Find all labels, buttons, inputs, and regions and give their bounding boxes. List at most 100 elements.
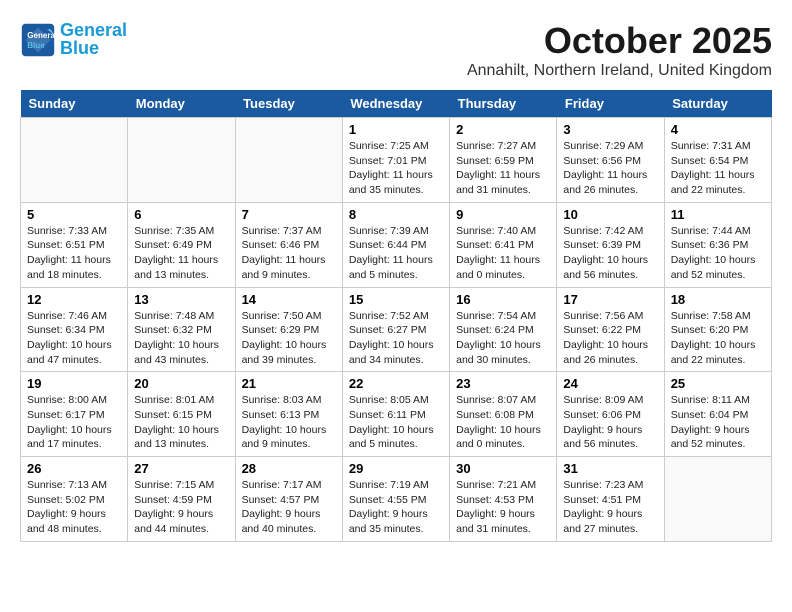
calendar-cell: 14 Sunrise: 7:50 AM Sunset: 6:29 PM Dayli… bbox=[235, 287, 342, 372]
cell-daylight-info: Sunrise: 8:00 AM Sunset: 6:17 PM Dayligh… bbox=[27, 393, 121, 452]
logo: General Blue General Blue bbox=[20, 20, 127, 59]
calendar-cell: 13 Sunrise: 7:48 AM Sunset: 6:32 PM Dayli… bbox=[128, 287, 235, 372]
date-number: 18 bbox=[671, 292, 765, 307]
cell-daylight-info: Sunrise: 7:35 AM Sunset: 6:49 PM Dayligh… bbox=[134, 224, 228, 283]
date-number: 9 bbox=[456, 207, 550, 222]
calendar-cell: 6Sunrise: 7:35 AM Sunset: 6:49 PM Daylig… bbox=[128, 202, 235, 287]
date-number: 30 bbox=[456, 461, 550, 476]
day-header-wednesday: Wednesday bbox=[342, 90, 449, 118]
cell-daylight-info: Sunrise: 7:40 AM Sunset: 6:41 PM Dayligh… bbox=[456, 224, 550, 283]
calendar-cell: 22 Sunrise: 8:05 AM Sunset: 6:11 PM Dayli… bbox=[342, 372, 449, 457]
date-number: 28 bbox=[242, 461, 336, 476]
date-number: 16 bbox=[456, 292, 550, 307]
week-row-1: 1 Sunrise: 7:25 AM Sunset: 7:01 PM Daylig… bbox=[21, 118, 772, 203]
cell-daylight-info: Sunrise: 7:27 AM Sunset: 6:59 PM Dayligh… bbox=[456, 139, 550, 198]
calendar-title: October 2025 bbox=[467, 20, 772, 62]
cell-daylight-info: Sunrise: 7:13 AM Sunset: 5:02 PM Dayligh… bbox=[27, 478, 121, 537]
date-number: 31 bbox=[563, 461, 657, 476]
date-number: 15 bbox=[349, 292, 443, 307]
cell-daylight-info: Sunrise: 7:21 AM Sunset: 4:53 PM Dayligh… bbox=[456, 478, 550, 537]
day-header-tuesday: Tuesday bbox=[235, 90, 342, 118]
date-number: 5 bbox=[27, 207, 121, 222]
week-row-5: 26 Sunrise: 7:13 AM Sunset: 5:02 PM Dayli… bbox=[21, 457, 772, 542]
cell-daylight-info: Sunrise: 8:01 AM Sunset: 6:15 PM Dayligh… bbox=[134, 393, 228, 452]
calendar-cell: 20 Sunrise: 8:01 AM Sunset: 6:15 PM Dayli… bbox=[128, 372, 235, 457]
week-row-4: 19 Sunrise: 8:00 AM Sunset: 6:17 PM Dayli… bbox=[21, 372, 772, 457]
date-number: 29 bbox=[349, 461, 443, 476]
cell-daylight-info: Sunrise: 7:54 AM Sunset: 6:24 PM Dayligh… bbox=[456, 309, 550, 368]
calendar-cell bbox=[128, 118, 235, 203]
date-number: 20 bbox=[134, 376, 228, 391]
date-number: 27 bbox=[134, 461, 228, 476]
cell-daylight-info: Sunrise: 7:17 AM Sunset: 4:57 PM Dayligh… bbox=[242, 478, 336, 537]
calendar-cell: 24 Sunrise: 8:09 AM Sunset: 6:06 PM Dayli… bbox=[557, 372, 664, 457]
cell-daylight-info: Sunrise: 7:25 AM Sunset: 7:01 PM Dayligh… bbox=[349, 139, 443, 198]
calendar-cell: 31Sunrise: 7:23 AM Sunset: 4:51 PM Dayli… bbox=[557, 457, 664, 542]
calendar-cell: 1 Sunrise: 7:25 AM Sunset: 7:01 PM Daylig… bbox=[342, 118, 449, 203]
logo-name: General Blue bbox=[60, 20, 127, 59]
date-number: 11 bbox=[671, 207, 765, 222]
calendar-cell: 28 Sunrise: 7:17 AM Sunset: 4:57 PM Dayli… bbox=[235, 457, 342, 542]
day-header-monday: Monday bbox=[128, 90, 235, 118]
cell-daylight-info: Sunrise: 8:03 AM Sunset: 6:13 PM Dayligh… bbox=[242, 393, 336, 452]
calendar-cell: 2 Sunrise: 7:27 AM Sunset: 6:59 PM Daylig… bbox=[450, 118, 557, 203]
date-number: 19 bbox=[27, 376, 121, 391]
cell-daylight-info: Sunrise: 7:19 AM Sunset: 4:55 PM Dayligh… bbox=[349, 478, 443, 537]
cell-daylight-info: Sunrise: 8:09 AM Sunset: 6:06 PM Dayligh… bbox=[563, 393, 657, 452]
cell-daylight-info: Sunrise: 7:50 AM Sunset: 6:29 PM Dayligh… bbox=[242, 309, 336, 368]
calendar-cell: 25Sunrise: 8:11 AM Sunset: 6:04 PM Dayli… bbox=[664, 372, 771, 457]
title-block: October 2025 Annahilt, Northern Ireland,… bbox=[467, 20, 772, 80]
week-row-3: 12Sunrise: 7:46 AM Sunset: 6:34 PM Dayli… bbox=[21, 287, 772, 372]
calendar-cell: 30 Sunrise: 7:21 AM Sunset: 4:53 PM Dayli… bbox=[450, 457, 557, 542]
date-number: 4 bbox=[671, 122, 765, 137]
calendar-cell bbox=[664, 457, 771, 542]
day-header-thursday: Thursday bbox=[450, 90, 557, 118]
cell-daylight-info: Sunrise: 7:46 AM Sunset: 6:34 PM Dayligh… bbox=[27, 309, 121, 368]
calendar-cell: 12Sunrise: 7:46 AM Sunset: 6:34 PM Dayli… bbox=[21, 287, 128, 372]
cell-daylight-info: Sunrise: 7:48 AM Sunset: 6:32 PM Dayligh… bbox=[134, 309, 228, 368]
date-number: 26 bbox=[27, 461, 121, 476]
calendar-cell: 10 Sunrise: 7:42 AM Sunset: 6:39 PM Dayli… bbox=[557, 202, 664, 287]
day-header-sunday: Sunday bbox=[21, 90, 128, 118]
date-number: 10 bbox=[563, 207, 657, 222]
calendar-cell: 23 Sunrise: 8:07 AM Sunset: 6:08 PM Dayli… bbox=[450, 372, 557, 457]
day-header-saturday: Saturday bbox=[664, 90, 771, 118]
cell-daylight-info: Sunrise: 7:42 AM Sunset: 6:39 PM Dayligh… bbox=[563, 224, 657, 283]
cell-daylight-info: Sunrise: 7:44 AM Sunset: 6:36 PM Dayligh… bbox=[671, 224, 765, 283]
calendar-cell: 18 Sunrise: 7:58 AM Sunset: 6:20 PM Dayli… bbox=[664, 287, 771, 372]
days-header-row: SundayMondayTuesdayWednesdayThursdayFrid… bbox=[21, 90, 772, 118]
date-number: 17 bbox=[563, 292, 657, 307]
cell-daylight-info: Sunrise: 7:56 AM Sunset: 6:22 PM Dayligh… bbox=[563, 309, 657, 368]
calendar-cell: 9 Sunrise: 7:40 AM Sunset: 6:41 PM Daylig… bbox=[450, 202, 557, 287]
date-number: 1 bbox=[349, 122, 443, 137]
date-number: 8 bbox=[349, 207, 443, 222]
date-number: 24 bbox=[563, 376, 657, 391]
calendar-cell: 17 Sunrise: 7:56 AM Sunset: 6:22 PM Dayli… bbox=[557, 287, 664, 372]
cell-daylight-info: Sunrise: 7:58 AM Sunset: 6:20 PM Dayligh… bbox=[671, 309, 765, 368]
cell-daylight-info: Sunrise: 7:52 AM Sunset: 6:27 PM Dayligh… bbox=[349, 309, 443, 368]
calendar-cell: 21 Sunrise: 8:03 AM Sunset: 6:13 PM Dayli… bbox=[235, 372, 342, 457]
calendar-cell bbox=[235, 118, 342, 203]
date-number: 21 bbox=[242, 376, 336, 391]
calendar-cell: 3Sunrise: 7:29 AM Sunset: 6:56 PM Daylig… bbox=[557, 118, 664, 203]
date-number: 23 bbox=[456, 376, 550, 391]
svg-text:Blue: Blue bbox=[27, 41, 45, 50]
cell-daylight-info: Sunrise: 7:29 AM Sunset: 6:56 PM Dayligh… bbox=[563, 139, 657, 198]
date-number: 2 bbox=[456, 122, 550, 137]
calendar-cell: 26 Sunrise: 7:13 AM Sunset: 5:02 PM Dayli… bbox=[21, 457, 128, 542]
calendar-cell: 15 Sunrise: 7:52 AM Sunset: 6:27 PM Dayli… bbox=[342, 287, 449, 372]
calendar-cell: 27 Sunrise: 7:15 AM Sunset: 4:59 PM Dayli… bbox=[128, 457, 235, 542]
cell-daylight-info: Sunrise: 8:05 AM Sunset: 6:11 PM Dayligh… bbox=[349, 393, 443, 452]
week-row-2: 5Sunrise: 7:33 AM Sunset: 6:51 PM Daylig… bbox=[21, 202, 772, 287]
cell-daylight-info: Sunrise: 8:07 AM Sunset: 6:08 PM Dayligh… bbox=[456, 393, 550, 452]
calendar-cell: 4 Sunrise: 7:31 AM Sunset: 6:54 PM Daylig… bbox=[664, 118, 771, 203]
calendar-cell bbox=[21, 118, 128, 203]
date-number: 14 bbox=[242, 292, 336, 307]
cell-daylight-info: Sunrise: 7:31 AM Sunset: 6:54 PM Dayligh… bbox=[671, 139, 765, 198]
cell-daylight-info: Sunrise: 7:37 AM Sunset: 6:46 PM Dayligh… bbox=[242, 224, 336, 283]
calendar-cell: 29 Sunrise: 7:19 AM Sunset: 4:55 PM Dayli… bbox=[342, 457, 449, 542]
date-number: 13 bbox=[134, 292, 228, 307]
cell-daylight-info: Sunrise: 7:15 AM Sunset: 4:59 PM Dayligh… bbox=[134, 478, 228, 537]
date-number: 22 bbox=[349, 376, 443, 391]
calendar-cell: 8Sunrise: 7:39 AM Sunset: 6:44 PM Daylig… bbox=[342, 202, 449, 287]
